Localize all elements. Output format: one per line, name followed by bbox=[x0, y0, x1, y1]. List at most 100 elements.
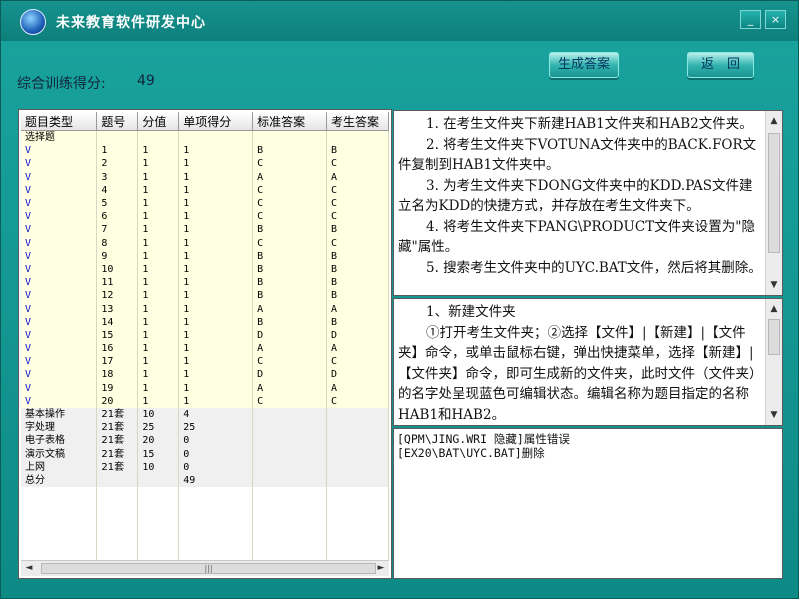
item-score-cell bbox=[178, 130, 254, 145]
question-paragraph: 4. 将考生文件夹下PANG\PRODUCT文件夹设置为"隐藏"属性。 bbox=[398, 218, 755, 256]
empty-row[interactable] bbox=[21, 500, 389, 514]
table-row[interactable]: V 20 1 1 C C bbox=[21, 394, 389, 408]
grid-horizontal-scrollbar[interactable]: ◄ ||| ► bbox=[21, 560, 389, 576]
summary-row[interactable]: 字处理 21套 25 25 bbox=[21, 421, 389, 435]
col-header-type[interactable]: 题目类型 bbox=[21, 112, 98, 131]
table-row[interactable]: V511CC bbox=[21, 196, 389, 211]
item-score-cell: 1 bbox=[178, 342, 254, 356]
score-grid[interactable]: 题目类型 题号 分值 单项得分 标准答案 考生答案 选择题 V 1 1 1 B B V 2 1 1 C… bbox=[18, 109, 392, 579]
empty-row[interactable] bbox=[21, 487, 389, 501]
type-cell: V bbox=[21, 223, 98, 237]
empty-row[interactable] bbox=[21, 526, 389, 540]
answer-scroll-thumb[interactable] bbox=[768, 319, 780, 355]
col-header-item-score[interactable]: 单项得分 bbox=[178, 112, 254, 131]
question-vertical-scrollbar[interactable]: ▲ ▼ bbox=[765, 111, 782, 295]
col-header-standard-answer[interactable]: 标准答案 bbox=[252, 112, 328, 131]
generate-answer-button[interactable]: 生成答案 bbox=[549, 52, 619, 78]
number-cell: 20 bbox=[96, 394, 139, 408]
standard-answer-cell: C bbox=[252, 394, 328, 408]
table-row[interactable]: V 10 1 1 B B bbox=[21, 262, 389, 277]
number-cell bbox=[96, 130, 139, 145]
table-row[interactable]: V911BB bbox=[21, 249, 389, 263]
table-row[interactable]: V 14 1 1 B B bbox=[21, 315, 389, 329]
table-row[interactable]: V 18 1 1 D D bbox=[21, 368, 389, 382]
table-row[interactable]: V 15 1 1 D D bbox=[21, 328, 389, 342]
scroll-down-icon[interactable]: ▼ bbox=[766, 407, 782, 423]
standard-answer-cell bbox=[252, 421, 328, 435]
table-row[interactable]: V 13 1 1 A A bbox=[21, 302, 389, 316]
number-cell: 21套 bbox=[96, 434, 139, 448]
item-score-cell: 1 bbox=[178, 328, 254, 342]
error-log-panel[interactable]: [QPM\JING.WRI 隐藏]属性错误 [EX20\BAT\UYC.BAT]删… bbox=[393, 428, 783, 579]
type-cell: V bbox=[21, 381, 98, 395]
col-header-points[interactable]: 分值 bbox=[137, 112, 180, 131]
table-row[interactable]: V 17 1 1 C C bbox=[21, 355, 389, 369]
number-cell: 21套 bbox=[96, 421, 139, 435]
table-row[interactable]: V711BB bbox=[21, 223, 389, 237]
back-button[interactable]: 返 回 bbox=[687, 52, 754, 78]
item-score-cell: 1 bbox=[178, 394, 254, 408]
standard-answer-cell: A bbox=[252, 302, 328, 316]
number-cell: 19 bbox=[96, 381, 139, 395]
table-row[interactable]: V611CC bbox=[21, 210, 389, 224]
close-button[interactable]: × bbox=[765, 10, 786, 29]
col-header-examinee-answer[interactable]: 考生答案 bbox=[326, 112, 389, 131]
scroll-up-icon[interactable]: ▲ bbox=[766, 301, 782, 317]
number-cell: 21套 bbox=[96, 447, 139, 461]
points-cell: 1 bbox=[137, 236, 180, 250]
item-score-cell: 1 bbox=[178, 223, 254, 237]
score-label: 综合训练得分: bbox=[17, 76, 106, 92]
number-cell: 15 bbox=[96, 328, 139, 342]
answer-vertical-scrollbar[interactable]: ▲ ▼ bbox=[765, 299, 782, 425]
title-bar[interactable]: 未来教育软件研发中心 _ × bbox=[1, 1, 798, 41]
examinee-answer-cell: C bbox=[326, 157, 389, 171]
standard-answer-cell bbox=[252, 526, 328, 540]
summary-row[interactable]: 上网 21套 10 0 bbox=[21, 460, 389, 474]
scroll-down-icon[interactable]: ▼ bbox=[766, 277, 782, 293]
number-cell: 10 bbox=[96, 262, 139, 277]
number-cell: 7 bbox=[96, 223, 139, 237]
minimize-button[interactable]: _ bbox=[740, 10, 761, 29]
item-score-cell: 1 bbox=[178, 368, 254, 382]
number-cell: 14 bbox=[96, 315, 139, 329]
question-scroll-thumb[interactable] bbox=[768, 133, 780, 253]
points-cell: 1 bbox=[137, 249, 180, 263]
type-cell: 字处理 bbox=[21, 421, 98, 435]
scroll-right-icon[interactable]: ► bbox=[373, 561, 389, 576]
type-cell: V bbox=[21, 302, 98, 316]
standard-answer-cell: C bbox=[252, 183, 328, 197]
number-cell: 4 bbox=[96, 183, 139, 197]
scroll-up-icon[interactable]: ▲ bbox=[766, 113, 782, 129]
table-row[interactable]: V 19 1 1 A A bbox=[21, 381, 389, 395]
summary-row[interactable]: 演示文稿 21套 15 0 bbox=[21, 447, 389, 461]
number-cell: 21套 bbox=[96, 407, 139, 422]
empty-row[interactable] bbox=[21, 513, 389, 527]
number-cell: 8 bbox=[96, 236, 139, 250]
col-header-number[interactable]: 题号 bbox=[96, 112, 139, 131]
examinee-answer-cell bbox=[326, 434, 389, 448]
answer-text-panel[interactable]: 1、新建文件夹 ①打开考生文件夹；②选择【文件】|【新建】|【文件夹】命令，或单击… bbox=[393, 298, 783, 426]
table-row[interactable]: V211CC bbox=[21, 157, 389, 171]
standard-answer-cell bbox=[252, 513, 328, 527]
summary-row[interactable]: 基本操作 21套 10 4 bbox=[21, 407, 389, 422]
grid-scroll-thumb[interactable]: ||| bbox=[41, 563, 376, 574]
table-row[interactable]: V811CC bbox=[21, 236, 389, 250]
table-row[interactable]: V411CC bbox=[21, 183, 389, 197]
examinee-answer-cell bbox=[326, 513, 389, 527]
empty-row[interactable] bbox=[21, 553, 389, 560]
table-row[interactable]: V 16 1 1 A A bbox=[21, 342, 389, 356]
number-cell bbox=[96, 513, 139, 527]
table-row[interactable]: V111BB bbox=[21, 144, 389, 158]
total-row[interactable]: 总分 49 bbox=[21, 473, 389, 488]
scroll-left-icon[interactable]: ◄ bbox=[21, 561, 37, 576]
examinee-answer-cell: B bbox=[326, 144, 389, 158]
question-text-panel[interactable]: 1. 在考生文件夹下新建HAB1文件夹和HAB2文件夹。 2. 将考生文件夹下VO… bbox=[393, 110, 783, 296]
summary-row[interactable]: 电子表格 21套 20 0 bbox=[21, 434, 389, 448]
empty-row[interactable] bbox=[21, 539, 389, 553]
table-row[interactable]: V311AA bbox=[21, 170, 389, 184]
section-row-choice[interactable]: 选择题 bbox=[21, 130, 389, 145]
table-row[interactable]: V 12 1 1 B B bbox=[21, 289, 389, 303]
examinee-answer-cell bbox=[326, 500, 389, 514]
table-row[interactable]: V 11 1 1 B B bbox=[21, 276, 389, 290]
type-cell bbox=[21, 553, 98, 560]
